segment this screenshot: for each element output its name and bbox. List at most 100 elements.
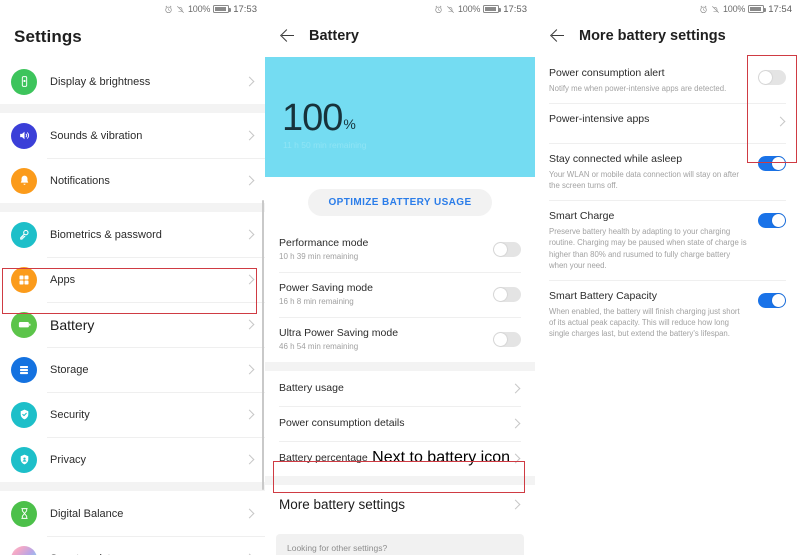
- battery-navbar: Battery: [265, 18, 535, 57]
- row-title: Power Saving mode: [279, 281, 373, 294]
- sidebar-item-notifications[interactable]: Notifications: [0, 158, 265, 203]
- gradient-sphere-icon: [11, 545, 37, 555]
- chevron-right-icon: [244, 454, 255, 465]
- power-consumption-alert-toggle[interactable]: [758, 70, 786, 85]
- row-title: Stay connected while asleep: [549, 152, 683, 165]
- back-arrow-icon[interactable]: [279, 27, 296, 44]
- row-text: Power consumption alert Notify me when p…: [549, 66, 758, 94]
- settings-screen: 100% 17:53 Settings Display & brightness: [0, 0, 265, 555]
- chevron-right-icon: [244, 508, 255, 519]
- scrollbar-settings[interactable]: [262, 200, 264, 490]
- stay-connected-while-asleep-row[interactable]: Stay connected while asleep Your WLAN or…: [535, 142, 800, 201]
- stay-connected-toggle[interactable]: [758, 155, 786, 171]
- three-screenshot-composite: 100% 17:53 Settings Display & brightness: [0, 0, 800, 555]
- clock-label: 17:53: [233, 3, 257, 15]
- sidebar-item-privacy[interactable]: Privacy: [0, 437, 265, 482]
- battery-percent-label: 100%: [188, 4, 211, 14]
- row-subtitle: Notify me when power-intensive apps are …: [549, 83, 727, 93]
- row-text: Stay connected while asleep Your WLAN or…: [549, 152, 758, 191]
- sidebar-item-biometrics-password[interactable]: Biometrics & password: [0, 212, 265, 257]
- row-text: Power Saving mode 16 h 8 min remaining: [279, 281, 493, 308]
- battery-mode-row[interactable]: Power Saving mode 16 h 8 min remaining: [265, 271, 535, 317]
- row-text: Ultra Power Saving mode 46 h 54 min rema…: [279, 326, 493, 353]
- storage-stack-icon: [11, 356, 37, 383]
- row-text: Smart Charge Preserve battery health by …: [549, 209, 758, 271]
- power-intensive-apps-row[interactable]: Power-intensive apps: [535, 102, 800, 143]
- bell-muted-icon: [711, 5, 720, 14]
- row-title: Power consumption alert: [549, 67, 665, 79]
- battery-links-group: Battery usage Power consumption details …: [265, 370, 535, 476]
- sidebar-item-label: Privacy: [50, 453, 87, 466]
- power-consumption-details-row[interactable]: Power consumption details: [265, 405, 535, 441]
- row-subtitle: 10 h 39 min remaining: [279, 252, 359, 262]
- smart-charge-toggle[interactable]: [758, 213, 786, 229]
- row-text: Power-intensive apps: [549, 112, 775, 127]
- optimize-button-wrap: OPTIMIZE BATTERY USAGE: [265, 177, 535, 227]
- battery-modes-group: Performance mode 10 h 39 min remaining P…: [265, 227, 535, 362]
- back-arrow-icon[interactable]: [549, 27, 566, 44]
- sidebar-item-label: Digital Balance: [50, 507, 124, 520]
- battery-usage-row[interactable]: Battery usage: [265, 370, 535, 406]
- clock-label: 17:53: [503, 3, 527, 15]
- clock-label: 17:54: [768, 3, 792, 15]
- apps-grid-icon: [11, 266, 37, 293]
- row-label: Power consumption details: [279, 417, 405, 430]
- row-title: Smart Charge: [549, 210, 615, 223]
- row-label: Battery percentage: [279, 452, 368, 465]
- group-divider: [0, 482, 265, 491]
- group-divider: [0, 203, 265, 212]
- sidebar-item-label: Apps: [50, 273, 76, 286]
- battery-screen: 100% 17:53 Battery 100% 11 h 50 min rema…: [265, 0, 535, 555]
- key-icon: [11, 221, 37, 248]
- sidebar-item-battery[interactable]: Battery: [0, 302, 265, 347]
- smart-battery-capacity-row[interactable]: Smart Battery Capacity When enabled, the…: [535, 280, 800, 349]
- sidebar-item-sounds-vibration[interactable]: Sounds & vibration: [0, 113, 265, 158]
- chevron-right-icon: [244, 364, 255, 375]
- control-wrap: [758, 152, 786, 172]
- power-saving-mode-toggle[interactable]: [493, 286, 521, 302]
- settings-group-1: Display & brightness: [0, 59, 265, 104]
- page-title: Settings: [14, 27, 82, 46]
- row-subtitle: 16 h 8 min remaining: [279, 297, 354, 307]
- chevron-right-icon: [244, 76, 255, 87]
- sidebar-item-smart-assistance[interactable]: Smart assistance: [0, 536, 265, 555]
- group-divider: [265, 361, 535, 371]
- row-title: Performance mode: [279, 237, 369, 249]
- battery-level-number: 100: [282, 97, 343, 139]
- battery-remaining-label: 11 h 50 min remaining: [283, 140, 367, 150]
- row-title: Smart Battery Capacity: [549, 290, 657, 303]
- sidebar-item-security[interactable]: Security: [0, 392, 265, 437]
- sidebar-item-display-brightness[interactable]: Display & brightness: [0, 59, 265, 104]
- page-title: Battery: [309, 27, 359, 44]
- row-value: Next to battery icon: [372, 449, 510, 467]
- smart-battery-capacity-toggle[interactable]: [758, 293, 786, 309]
- more-battery-settings-row[interactable]: More battery settings: [265, 484, 535, 525]
- alarm-clock-icon: [434, 5, 443, 14]
- battery-level-value: 100%: [282, 97, 356, 139]
- chevron-right-icon: [244, 409, 255, 420]
- sidebar-item-label: Sounds & vibration: [50, 129, 143, 142]
- hourglass-icon: [11, 500, 37, 527]
- sidebar-item-apps[interactable]: Apps: [0, 257, 265, 302]
- sidebar-item-label: Display & brightness: [50, 75, 151, 88]
- control-wrap: [758, 289, 786, 309]
- power-consumption-alert-row[interactable]: Power consumption alert Notify me when p…: [535, 57, 800, 103]
- row-subtitle: Your WLAN or mobile data connection will…: [549, 169, 739, 190]
- ultra-power-saving-mode-toggle[interactable]: [493, 331, 521, 347]
- more-battery-settings-group: More battery settings: [265, 484, 535, 525]
- performance-mode-toggle[interactable]: [493, 241, 521, 257]
- optimize-battery-usage-button[interactable]: OPTIMIZE BATTERY USAGE: [308, 188, 492, 216]
- sidebar-item-storage[interactable]: Storage: [0, 347, 265, 392]
- battery-percent-label: 100%: [723, 4, 746, 14]
- battery-percentage-row[interactable]: Battery percentage Next to battery icon: [265, 440, 535, 476]
- sidebar-item-label: Biometrics & password: [50, 228, 162, 241]
- battery-mode-row[interactable]: Ultra Power Saving mode 46 h 54 min rema…: [265, 316, 535, 362]
- other-settings-card: Looking for other settings? Dark mode Sc…: [276, 533, 524, 555]
- smart-charge-row[interactable]: Smart Charge Preserve battery health by …: [535, 200, 800, 281]
- sidebar-item-label: Security: [50, 408, 90, 421]
- sidebar-item-digital-balance[interactable]: Digital Balance: [0, 491, 265, 536]
- group-divider: [265, 475, 535, 485]
- battery-icon: [11, 311, 37, 338]
- chevron-right-icon: [510, 453, 521, 464]
- battery-mode-row[interactable]: Performance mode 10 h 39 min remaining: [265, 227, 535, 272]
